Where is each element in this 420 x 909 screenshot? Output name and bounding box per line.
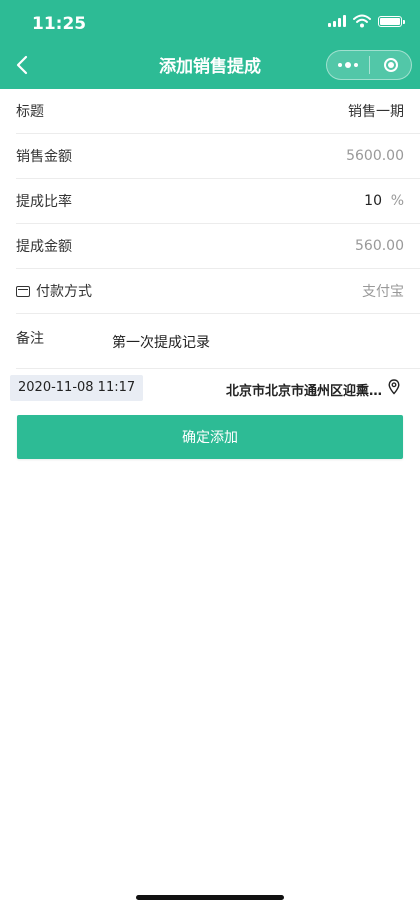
payment-method-row[interactable]: 付款方式 支付宝 (16, 269, 420, 314)
remark-label: 备注 (16, 331, 44, 347)
location-pin-icon[interactable] (388, 379, 400, 395)
sales-amount-row[interactable]: 销售金额 5600.00 (16, 134, 420, 179)
rate-row[interactable]: 提成比率 10 % (16, 179, 420, 224)
rate-label: 提成比率 (16, 194, 72, 210)
sales-amount-label: 销售金额 (16, 149, 72, 165)
title-input[interactable]: 销售一期 (348, 101, 404, 121)
commission-amount-label: 提成金额 (16, 239, 72, 255)
commission-amount-value: 560.00 (355, 238, 404, 254)
home-indicator (136, 895, 284, 900)
title-row[interactable]: 标题 销售一期 (16, 89, 420, 134)
wifi-icon (353, 14, 371, 28)
time-location-row: 2020-11-08 11:17 北京市北京市通州区迎熏… (0, 369, 420, 407)
signal-icon (328, 15, 346, 27)
remark-input[interactable]: 第一次提成记录 (112, 332, 210, 352)
confirm-add-button[interactable]: 确定添加 (17, 415, 403, 459)
remark-row[interactable]: 备注 第一次提成记录 (16, 314, 420, 369)
sales-amount-input[interactable]: 5600.00 (346, 148, 404, 164)
payment-method-label-group: 付款方式 (16, 281, 92, 301)
header: 11:25 添加销售提成 (0, 0, 420, 89)
payment-method-select[interactable]: 支付宝 (362, 281, 404, 301)
location-address[interactable]: 北京市北京市通州区迎熏… (226, 380, 382, 399)
battery-icon (378, 15, 405, 27)
status-time: 11:25 (32, 14, 87, 34)
status-icons (328, 14, 405, 28)
close-capsule-icon[interactable] (370, 51, 411, 79)
rate-input[interactable]: 10 (364, 193, 382, 209)
commission-amount-row: 提成金额 560.00 (16, 224, 420, 269)
wallet-icon (16, 285, 30, 297)
rate-unit: % (390, 193, 404, 209)
mini-program-capsule (326, 50, 412, 80)
payment-method-label: 付款方式 (36, 284, 92, 300)
commission-form: 标题 销售一期 销售金额 5600.00 提成比率 10 % 提成金额 560.… (0, 89, 420, 407)
title-label: 标题 (16, 104, 44, 120)
datetime-badge[interactable]: 2020-11-08 11:17 (10, 375, 144, 401)
more-icon[interactable] (327, 51, 369, 79)
